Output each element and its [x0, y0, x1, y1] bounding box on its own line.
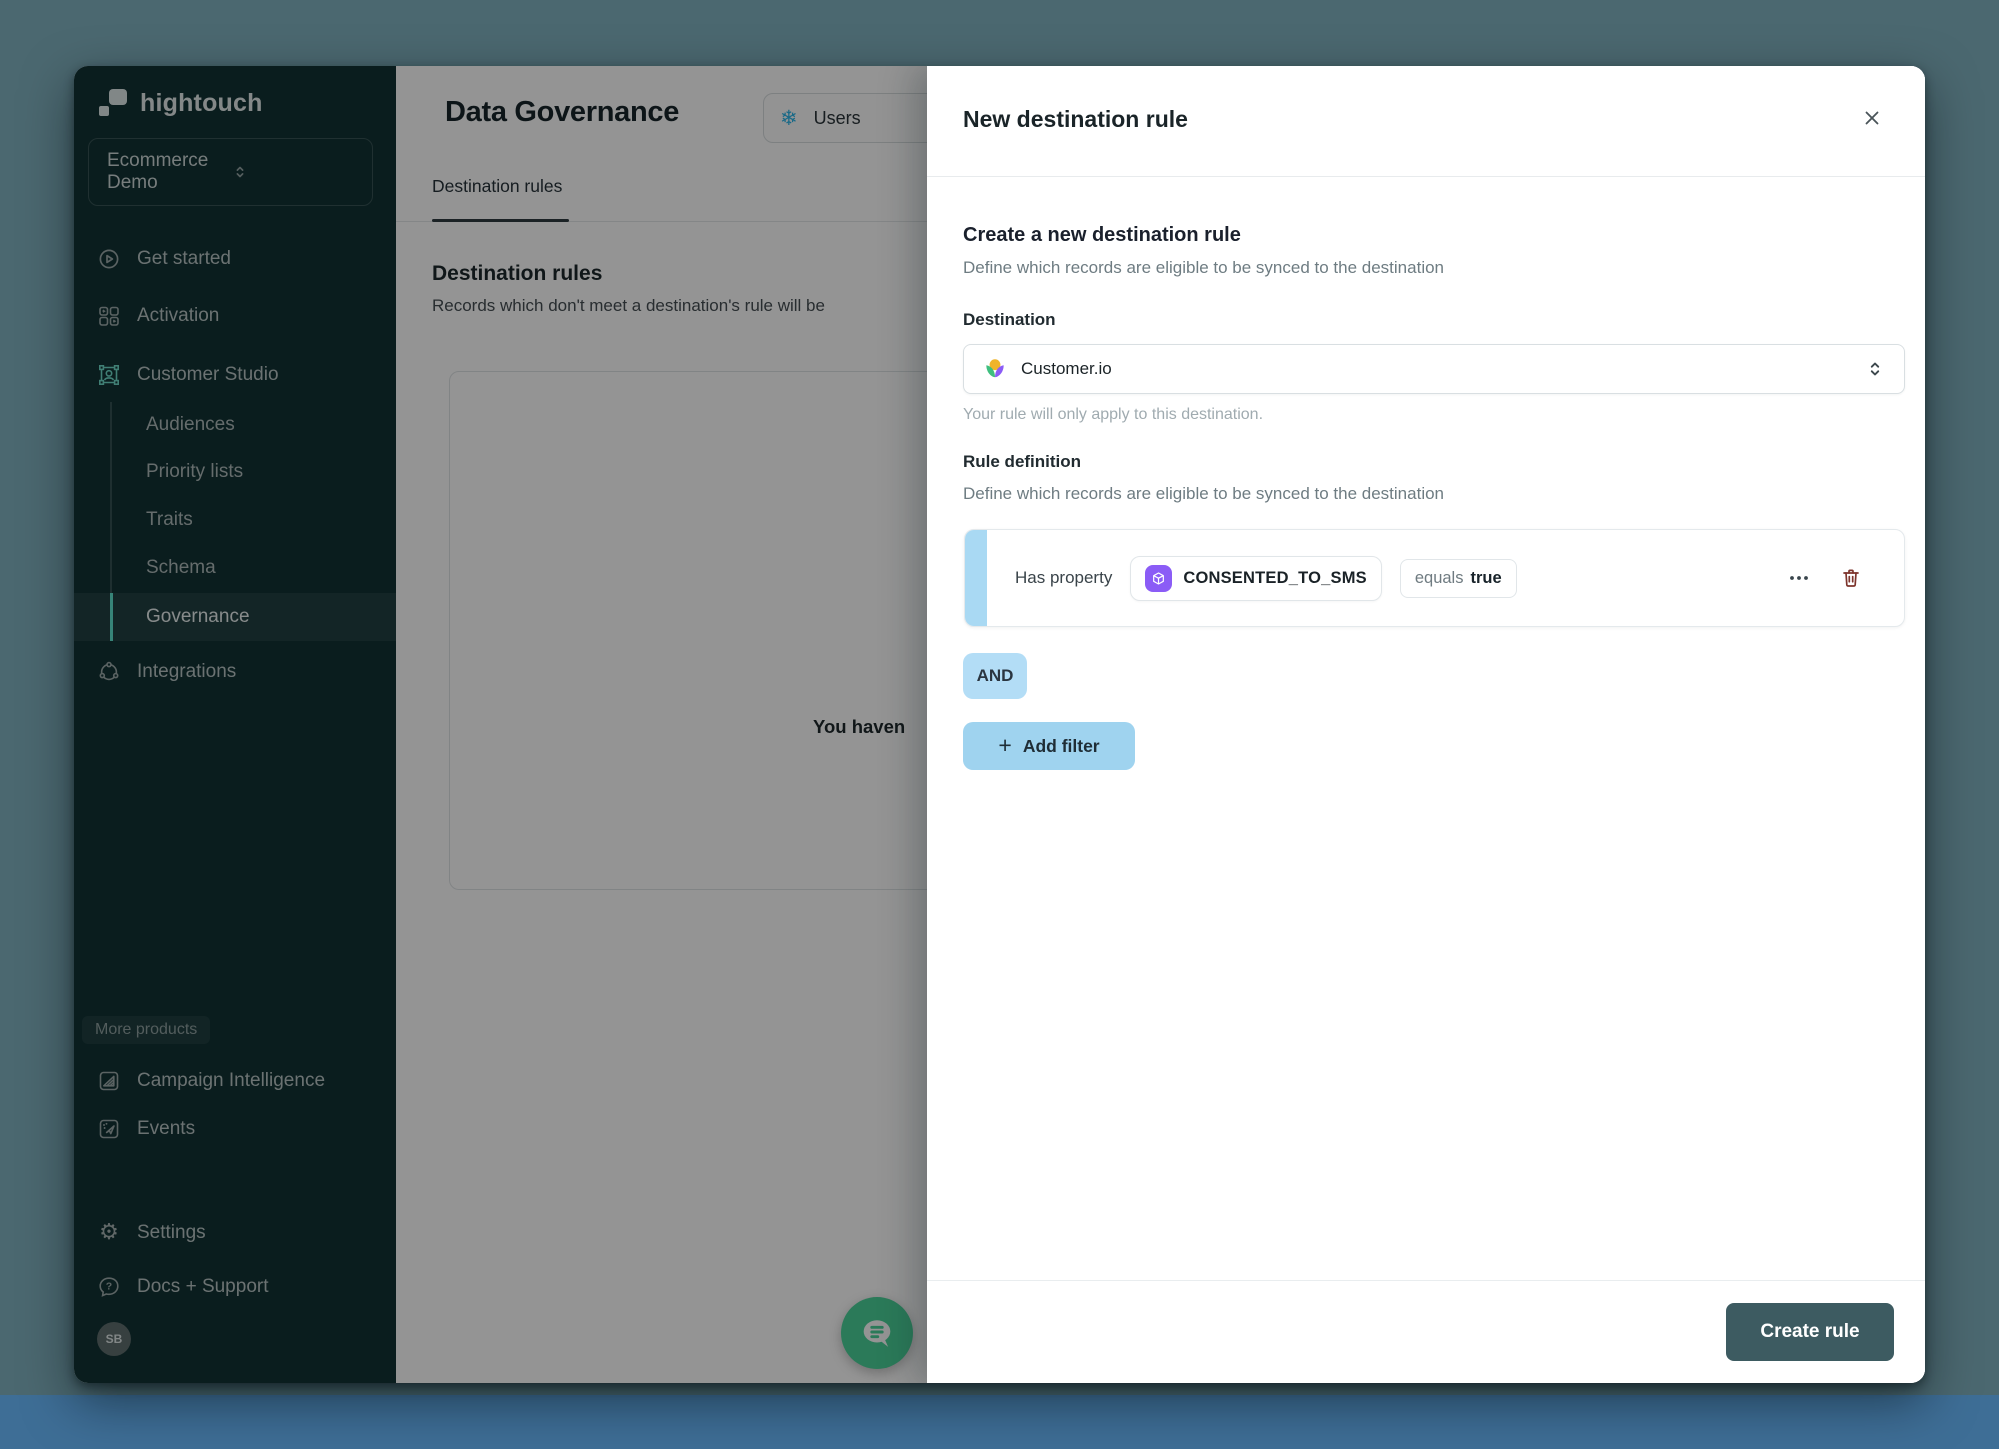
modal-footer: Create rule: [927, 1280, 1925, 1383]
app-window: hightouch Ecommerce Demo Get started Act…: [74, 66, 1925, 1383]
destination-select[interactable]: Customer.io: [963, 344, 1905, 394]
modal-header: New destination rule: [927, 66, 1925, 177]
operator-value: true: [1470, 569, 1501, 588]
rule-body: Has property CONSENTED_TO_SMS equals tru…: [987, 530, 1904, 626]
modal-title: New destination rule: [963, 106, 1188, 133]
select-chevrons-icon: [1864, 358, 1886, 380]
rule-condition-row: Has property CONSENTED_TO_SMS equals tru…: [964, 529, 1905, 627]
destination-helper-text: Your rule will only apply to this destin…: [963, 406, 1263, 424]
add-filter-button[interactable]: + Add filter: [963, 722, 1135, 770]
new-destination-rule-modal: New destination rule Create a new destin…: [927, 66, 1925, 1383]
customerio-logo-icon: [982, 356, 1008, 382]
trash-icon: [1839, 566, 1863, 590]
rule-definition-label: Rule definition: [963, 452, 1081, 472]
property-cube-icon: [1145, 565, 1172, 592]
rule-definition-description: Define which records are eligible to be …: [963, 484, 1444, 504]
property-name: CONSENTED_TO_SMS: [1183, 569, 1367, 588]
modal-subheading: Define which records are eligible to be …: [963, 258, 1444, 278]
rule-prefix: Has property: [1015, 568, 1112, 588]
modal-dim-overlay: [74, 66, 927, 1383]
close-icon: [1861, 107, 1883, 129]
more-options-button[interactable]: [1782, 561, 1816, 595]
property-chip[interactable]: CONSENTED_TO_SMS: [1130, 556, 1382, 601]
create-rule-button[interactable]: Create rule: [1726, 1303, 1894, 1361]
modal-heading: Create a new destination rule: [963, 224, 1241, 247]
destination-value: Customer.io: [1021, 359, 1851, 379]
rule-accent-strip: [965, 530, 987, 626]
destination-label: Destination: [963, 310, 1056, 330]
delete-rule-button[interactable]: [1834, 561, 1868, 595]
plus-icon: +: [998, 734, 1011, 757]
operator-label: equals: [1415, 569, 1464, 588]
and-connector-chip[interactable]: AND: [963, 653, 1027, 699]
taskbar-strip: [0, 1395, 1999, 1449]
dots-horizontal-icon: [1788, 574, 1810, 582]
desktop-background: hightouch Ecommerce Demo Get started Act…: [0, 0, 1999, 1449]
close-button[interactable]: [1856, 102, 1888, 134]
operator-value-pill[interactable]: equals true: [1400, 559, 1517, 598]
